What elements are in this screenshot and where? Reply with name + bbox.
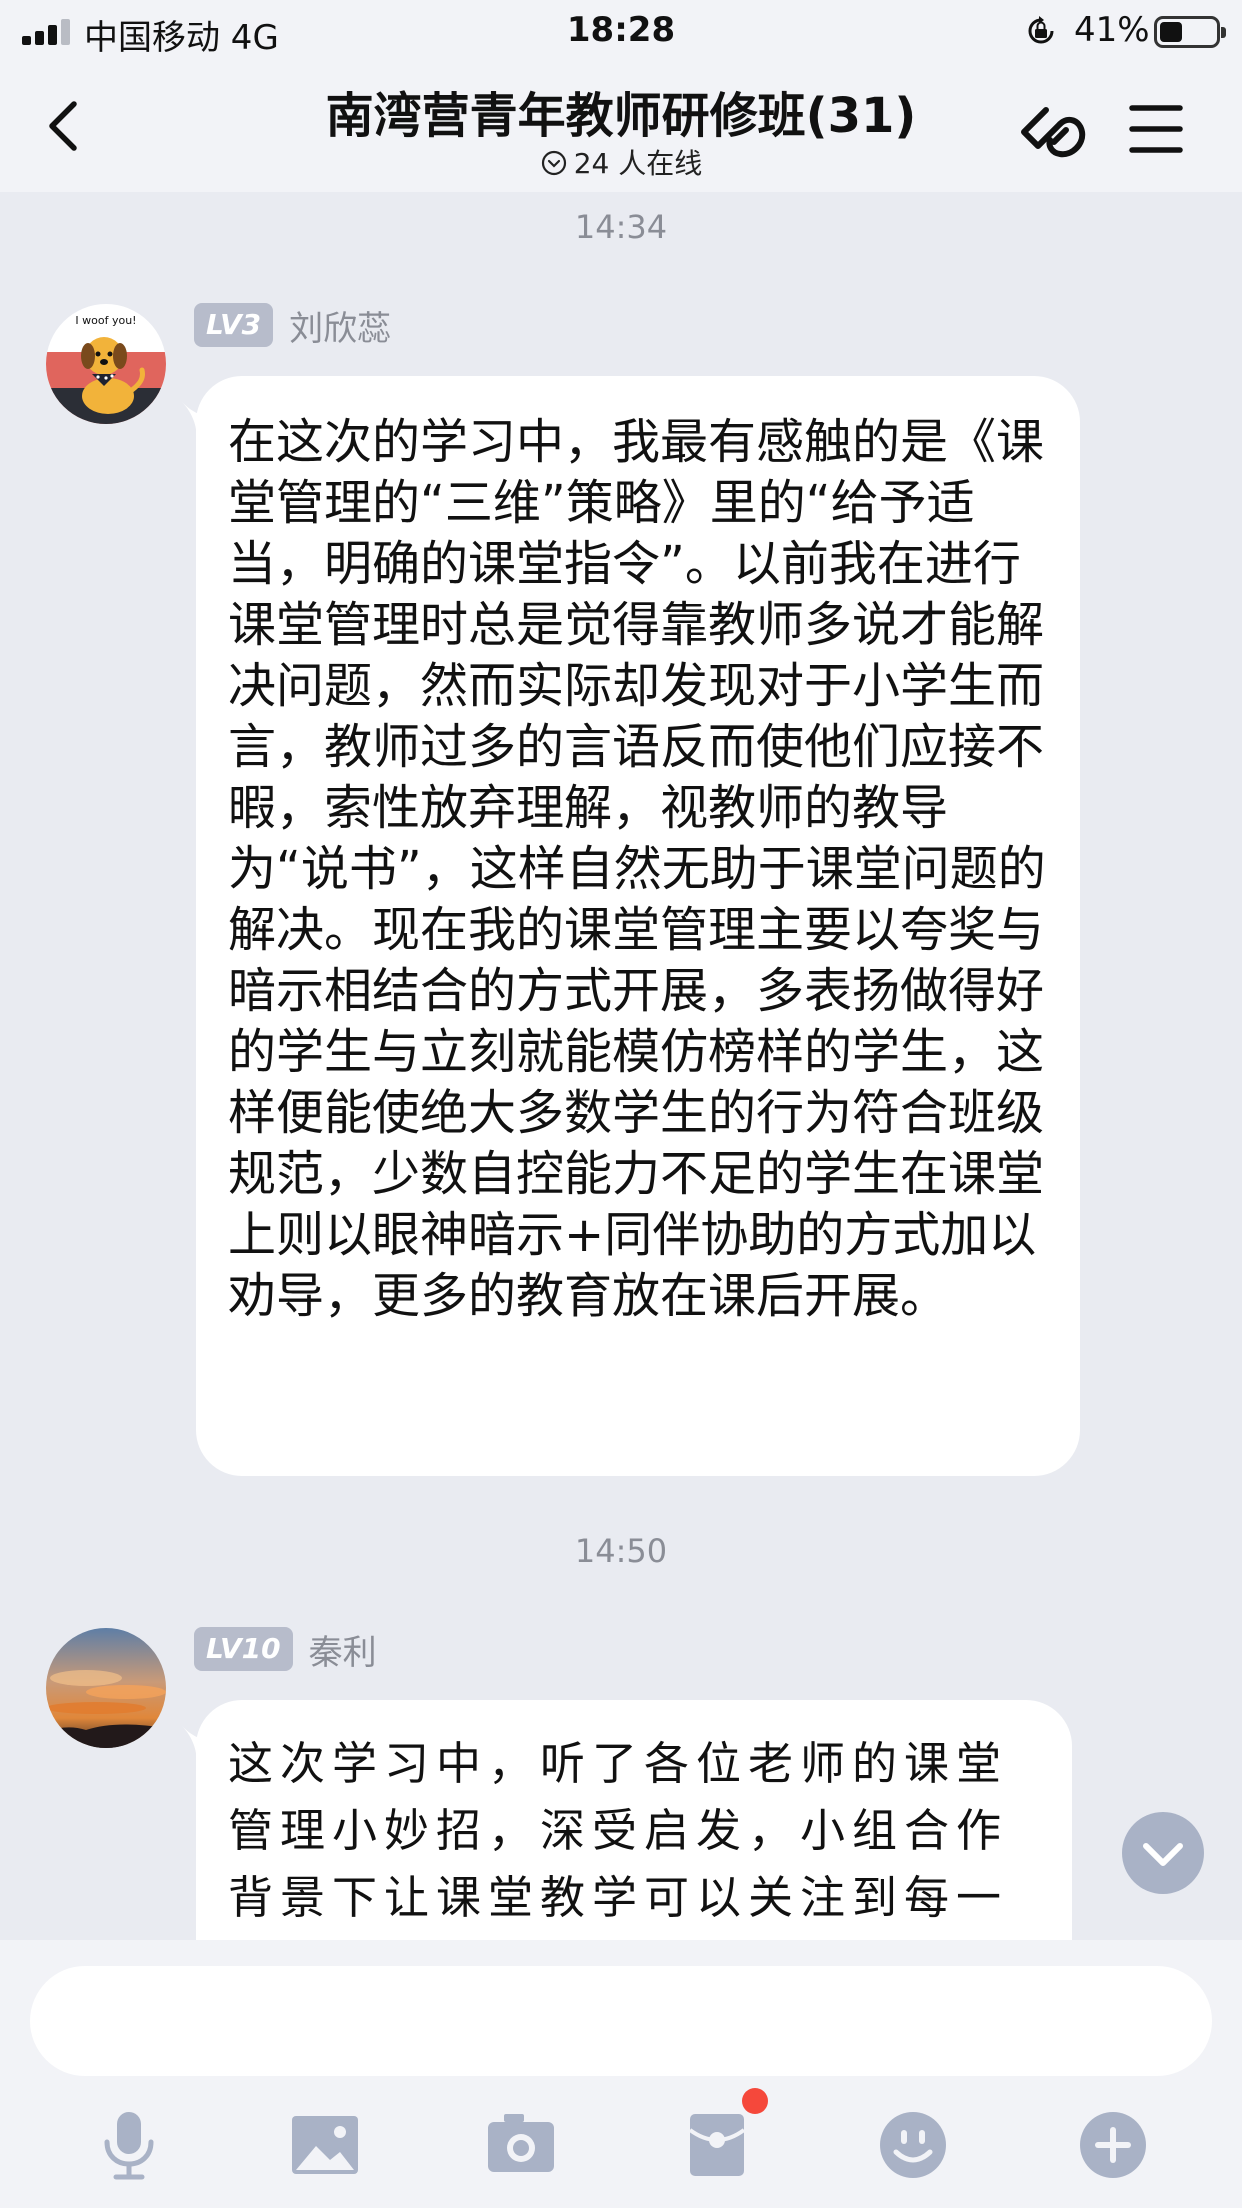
group-members-icon[interactable] — [1016, 98, 1088, 170]
message-timestamp: 14:50 — [574, 1532, 668, 1570]
level-badge: LV3 — [194, 303, 274, 347]
notification-dot — [742, 2088, 768, 2114]
plus-icon[interactable] — [1076, 2108, 1150, 2182]
emoji-icon[interactable] — [876, 2108, 950, 2182]
sender-info: LV10 秦利 — [194, 1625, 377, 1674]
message-bubble[interactable]: 这次学习中，听了各位老师的课堂管理小妙招，深受启发，小组合作背景下让课堂教学可以… — [182, 1700, 1072, 1940]
avatar-caption: I woof you! — [75, 314, 136, 327]
level-badge: LV10 — [194, 1627, 293, 1671]
input-area — [0, 1940, 1242, 2208]
avatar[interactable] — [46, 1628, 166, 1748]
sender-name[interactable]: 秦利 — [309, 1625, 377, 1674]
message-text: 这次学习中，听了各位老师的课堂管理小妙招，深受启发，小组合作背景下让课堂教学可以… — [228, 1737, 1009, 1940]
battery-percent: 41% — [1074, 10, 1150, 50]
sender-name[interactable]: 刘欣蕊 — [289, 301, 391, 350]
message-text: 在这次的学习中，我最有感触的是《课堂管理的“三维”策略》里的“给予适当，明确的课… — [228, 414, 1046, 1324]
menu-icon[interactable] — [1128, 102, 1184, 156]
message-bubble[interactable]: 在这次的学习中，我最有感触的是《课堂管理的“三维”策略》里的“给予适当，明确的课… — [182, 376, 1080, 1476]
online-count: 24 人在线 — [573, 147, 703, 180]
sender-info: LV3 刘欣蕊 — [194, 301, 391, 350]
rotation-lock-icon — [1028, 16, 1054, 44]
avatar[interactable]: I woof you! — [46, 304, 166, 424]
bubble-tail — [182, 402, 216, 438]
camera-icon[interactable] — [484, 2108, 558, 2182]
chevron-down-icon — [1143, 1843, 1183, 1866]
microphone-icon[interactable] — [92, 2108, 166, 2182]
battery-icon — [1154, 16, 1226, 48]
sunset-avatar-icon — [46, 1628, 166, 1748]
bubble-tail — [182, 1726, 216, 1762]
dog-avatar-icon: I woof you! — [46, 304, 166, 424]
status-bar: 中国移动 4G 18:28 41% — [0, 0, 1242, 62]
message-input[interactable] — [30, 1966, 1212, 2076]
scroll-to-bottom-button[interactable] — [1122, 1812, 1204, 1894]
message-timestamp: 14:34 — [574, 208, 668, 246]
image-icon[interactable] — [288, 2108, 362, 2182]
red-packet-icon[interactable] — [680, 2108, 754, 2182]
chat-header: 南湾营青年教师研修班(31) 24 人在线 — [0, 62, 1242, 192]
chat-messages[interactable]: 14:34 I woof you! LV3 刘欣蕊 在这次的学习中，我最有感触的… — [0, 192, 1242, 1940]
online-dropdown-icon — [541, 150, 566, 176]
